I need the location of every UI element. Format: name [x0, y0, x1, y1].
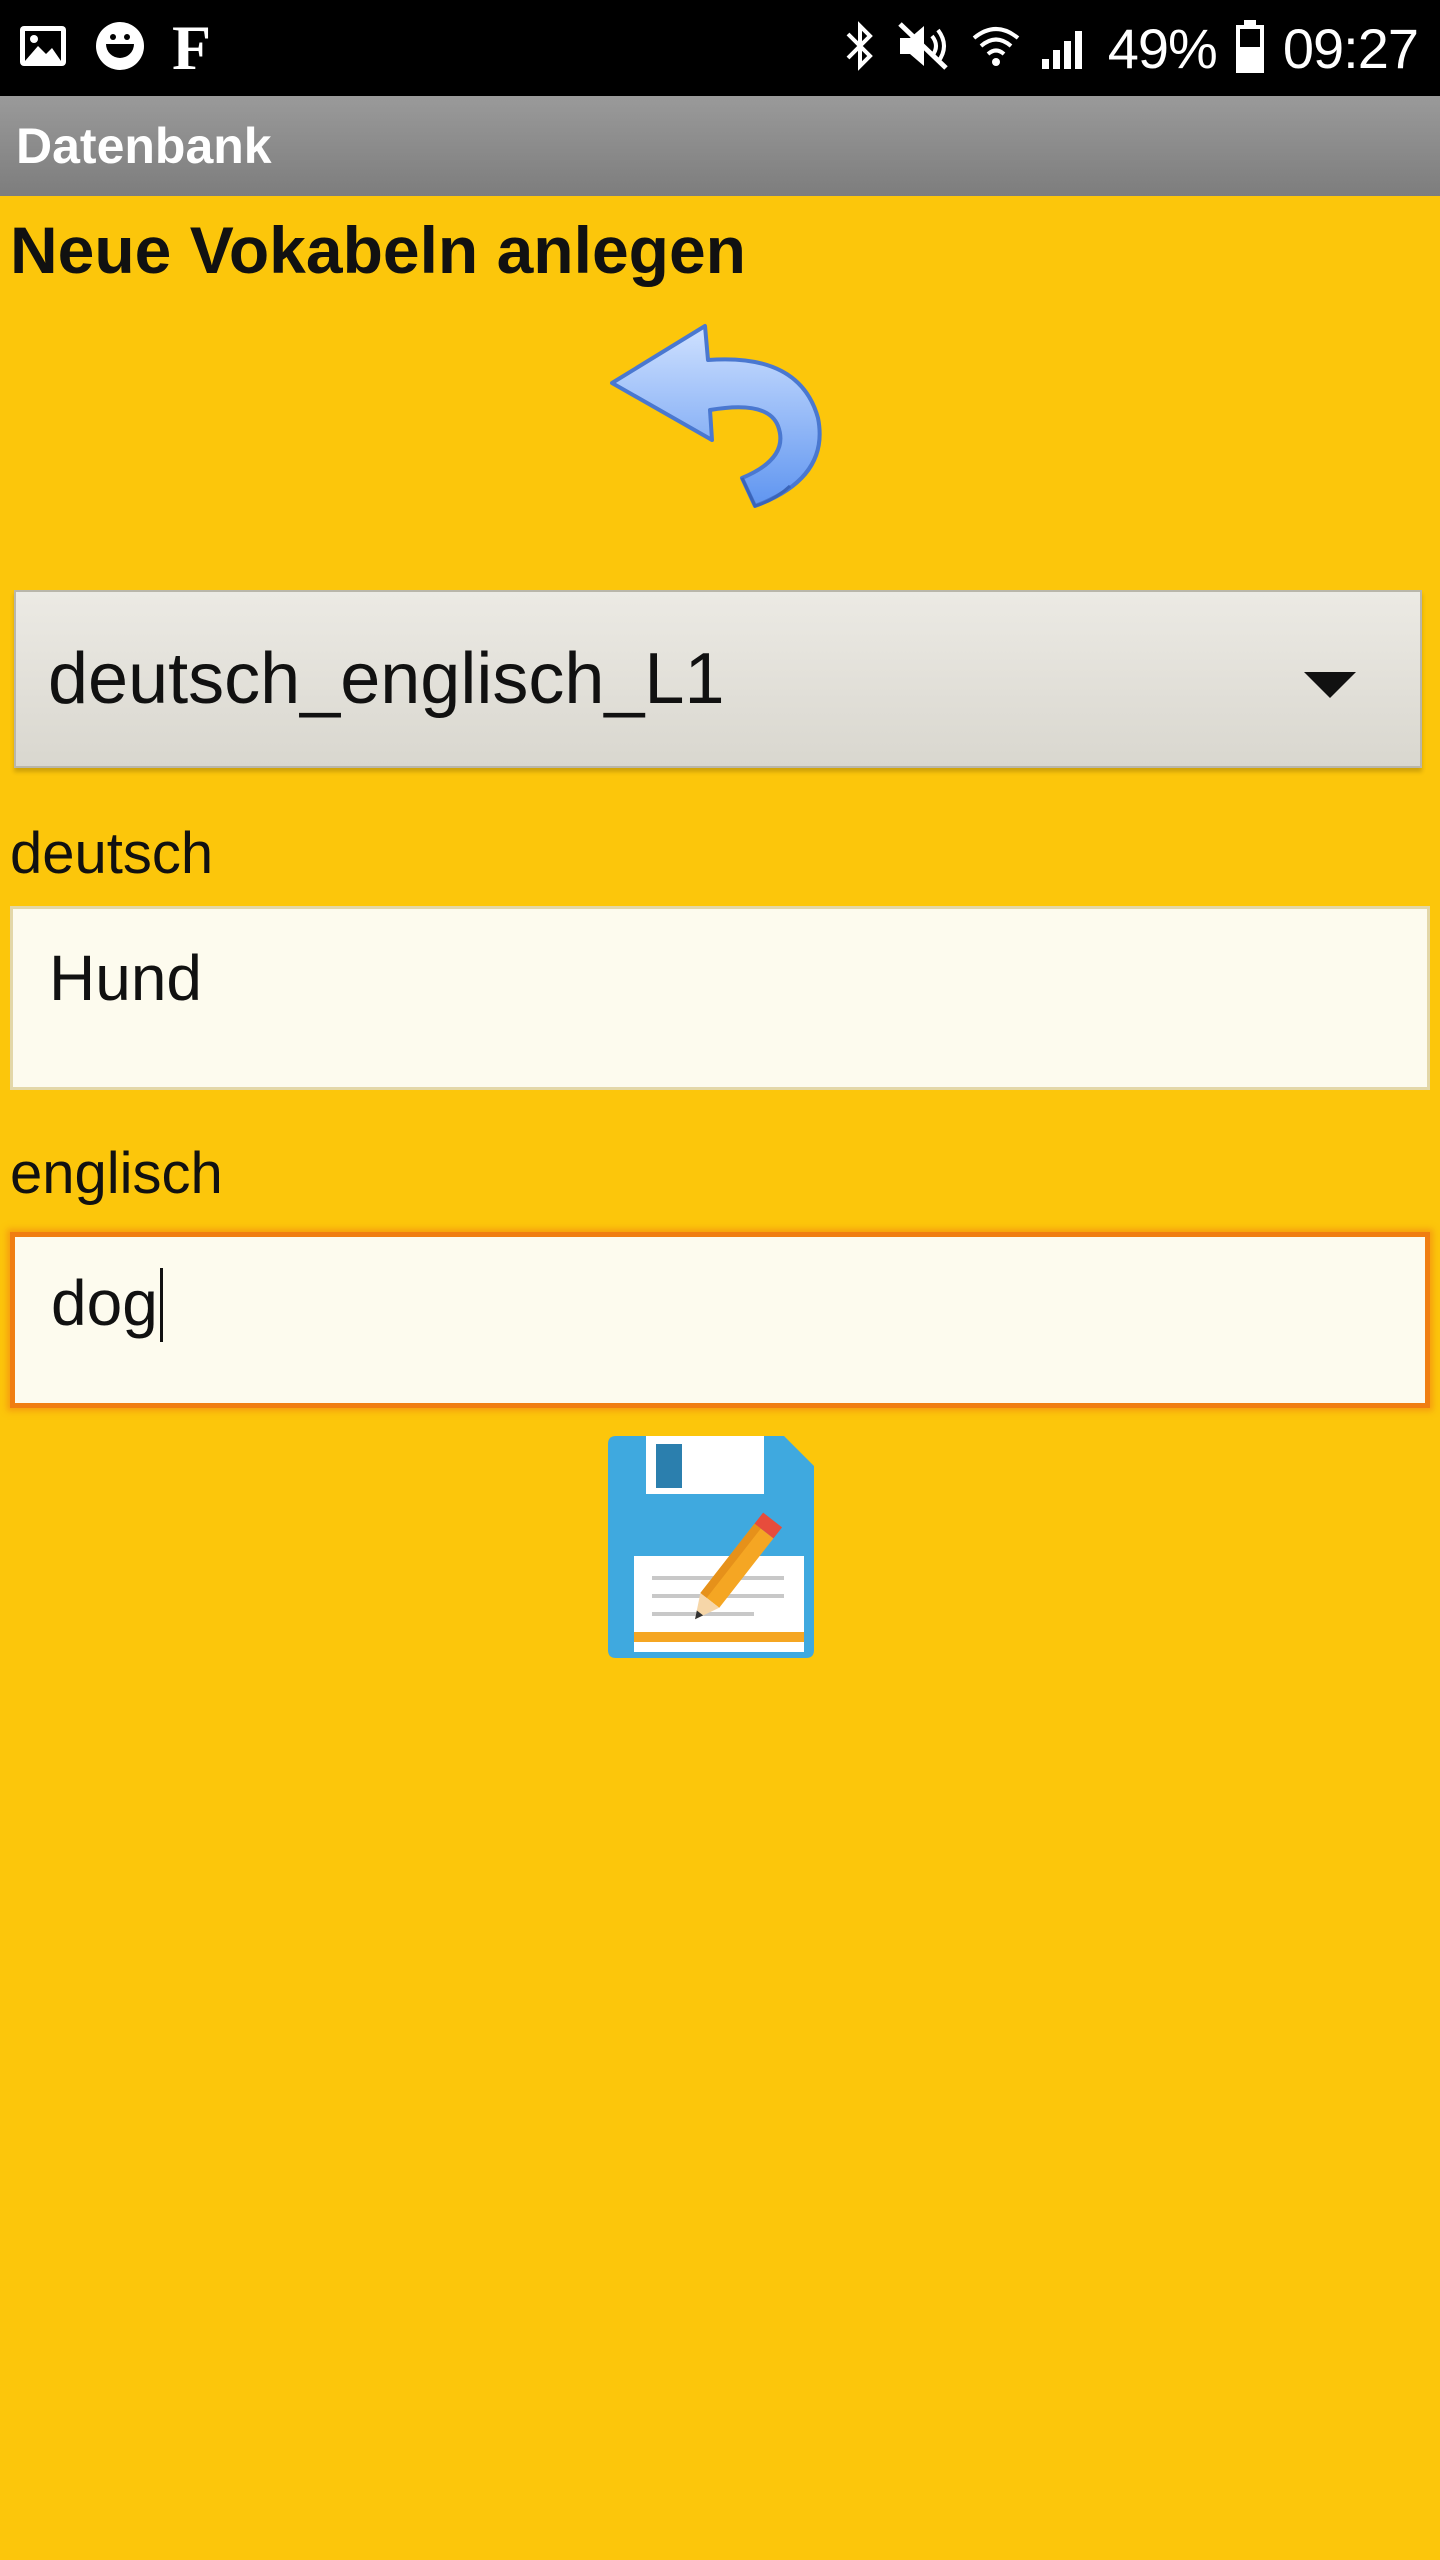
f-icon: F [172, 12, 212, 83]
back-button[interactable] [600, 318, 830, 518]
english-word-value: dog [51, 1267, 158, 1340]
mute-icon [896, 20, 952, 77]
german-word-input[interactable]: Hund [10, 906, 1430, 1090]
english-word-input[interactable]: dog [10, 1232, 1430, 1408]
status-bar: F 49% 09:27 [0, 0, 1440, 96]
save-floppy-pencil-icon [608, 1436, 814, 1658]
app-title-bar: Datenbank [0, 96, 1440, 196]
status-bar-right: 49% 09:27 [824, 16, 1419, 81]
signal-icon [1040, 21, 1090, 76]
german-label: deutsch [10, 821, 214, 886]
clock: 09:27 [1282, 16, 1419, 80]
page-title: Neue Vokabeln anlegen [10, 213, 746, 287]
battery-icon [1235, 18, 1265, 79]
text-cursor [159, 1267, 163, 1342]
chevron-down-icon [1304, 672, 1356, 698]
back-arrow-icon [610, 324, 822, 508]
gallery-icon [18, 24, 68, 73]
app-title: Datenbank [16, 118, 272, 174]
smiley-icon [94, 20, 146, 77]
dropdown-selected-value: deutsch_englisch_L1 [48, 639, 725, 719]
vocabulary-list-dropdown[interactable]: deutsch_englisch_L1 [14, 590, 1422, 768]
german-word-value: Hund [49, 942, 202, 1014]
bluetooth-icon [842, 18, 878, 79]
status-bar-left: F [18, 11, 237, 85]
english-label: englisch [10, 1141, 223, 1206]
save-button[interactable] [604, 1436, 834, 1662]
wifi-icon [970, 20, 1022, 77]
battery-percent: 49% [1107, 16, 1218, 80]
